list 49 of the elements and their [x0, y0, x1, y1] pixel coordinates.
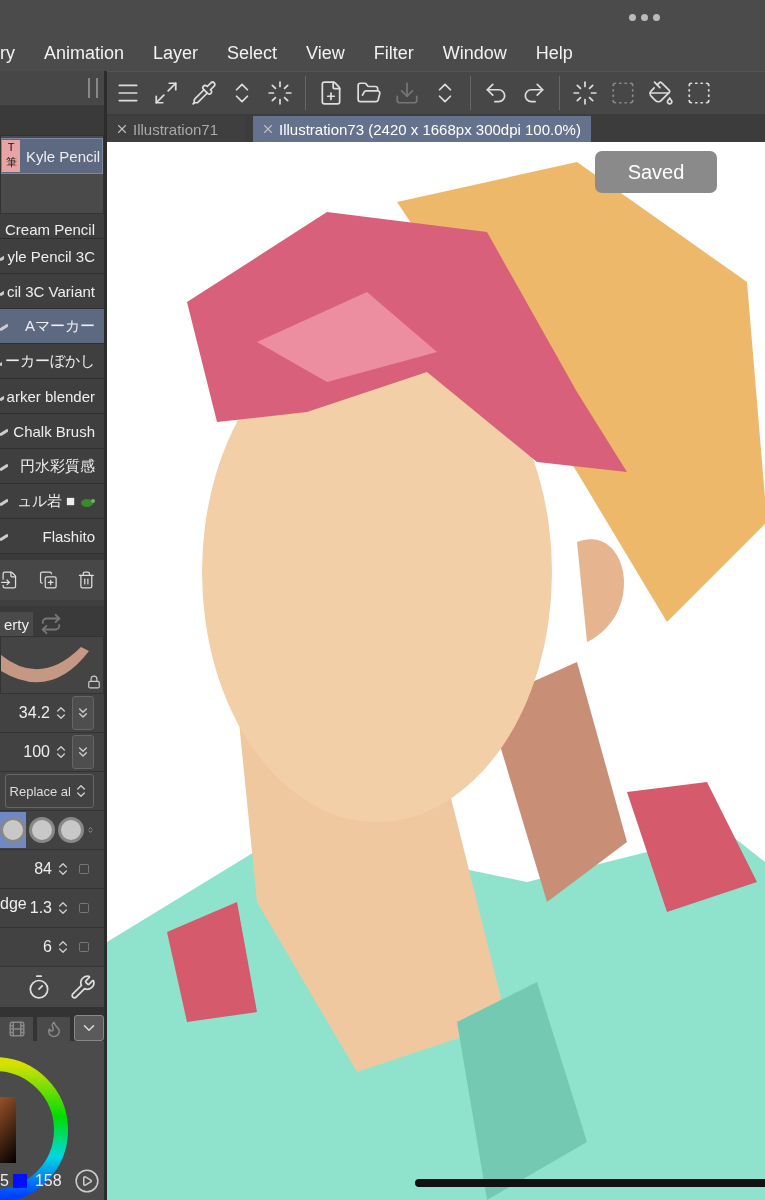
square-icon	[78, 902, 90, 914]
stroke-icon	[0, 533, 8, 541]
stroke-icon	[0, 498, 8, 506]
property-value[interactable]: 100	[23, 743, 50, 761]
square-icon	[78, 863, 90, 875]
color-swatch	[12, 1174, 27, 1188]
stroke-icon	[0, 323, 8, 331]
property-label: dge	[0, 894, 27, 913]
new-file-icon[interactable]	[318, 80, 344, 106]
brush-item[interactable]: Aマーカー	[0, 309, 104, 344]
square-icon	[78, 941, 90, 953]
collapse-button[interactable]	[74, 1015, 104, 1041]
bucket-icon[interactable]	[648, 80, 674, 106]
eyedropper-icon[interactable]	[191, 80, 217, 106]
menu-item[interactable]: Filter	[373, 42, 414, 64]
brush-badge: T 筆	[2, 140, 20, 172]
close-icon[interactable]	[115, 122, 129, 136]
dashed-circle-icon[interactable]	[572, 80, 598, 106]
property-value[interactable]: 6	[43, 938, 52, 956]
play-icon[interactable]	[74, 1168, 100, 1194]
property-tab[interactable]: erty	[0, 612, 33, 636]
property-value[interactable]: 84	[34, 860, 52, 878]
more-icon[interactable]	[629, 14, 660, 21]
menu-item[interactable]: Window	[442, 42, 507, 64]
resize-icon[interactable]	[153, 80, 179, 106]
pressure-button[interactable]	[72, 735, 94, 769]
stroke-icon	[0, 463, 8, 471]
folder-icon[interactable]	[356, 80, 382, 106]
property-value[interactable]: 34.2	[18, 704, 50, 722]
blend-dropdown[interactable]: Replace al	[4, 774, 94, 808]
menu-item[interactable]: Select	[227, 42, 278, 64]
swap-icon[interactable]	[40, 613, 62, 635]
saved-toast: Saved	[595, 151, 717, 193]
lock-icon[interactable]	[87, 675, 101, 689]
document-tab[interactable]: Illustration73 (2420 x 1668px 300dpi 100.0%)	[253, 116, 591, 142]
pressure-button[interactable]	[72, 696, 94, 730]
wrench-icon[interactable]	[70, 974, 96, 1000]
color-value: 5	[0, 1172, 9, 1190]
menu-item[interactable]: ry	[0, 42, 15, 64]
grip-icon[interactable]	[88, 78, 98, 98]
selection-icon[interactable]	[610, 80, 636, 106]
menu-item[interactable]: Layer	[153, 42, 199, 64]
menu-item[interactable]: View	[306, 42, 345, 64]
property-value[interactable]: 1.3	[29, 899, 52, 917]
stroke-icon	[0, 428, 8, 436]
film-icon[interactable]	[7, 1020, 26, 1038]
menu-item[interactable]: Help	[535, 42, 573, 64]
menu-item[interactable]: Animation	[44, 42, 125, 64]
close-icon[interactable]	[261, 122, 275, 136]
